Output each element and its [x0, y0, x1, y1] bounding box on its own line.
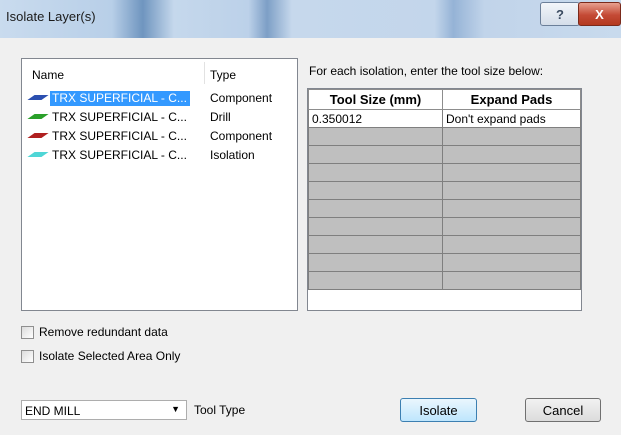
- grid-row: [308, 163, 581, 182]
- layer-row[interactable]: TRX SUPERFICIAL - C... Drill: [22, 108, 297, 127]
- tool-type-select[interactable]: END MILL ▼: [21, 400, 187, 420]
- window-title: Isolate Layer(s): [6, 9, 96, 24]
- layer-name: TRX SUPERFICIAL - C...: [50, 91, 190, 106]
- layer-type: Drill: [210, 110, 231, 124]
- tool-size-table: Tool Size (mm) Expand Pads 0.350012 Don't…: [308, 89, 581, 290]
- layer-name: TRX SUPERFICIAL - C...: [52, 129, 187, 143]
- layer-name: TRX SUPERFICIAL - C...: [52, 110, 187, 124]
- tool-size-cell[interactable]: 0.350012: [308, 109, 443, 128]
- expand-pads-cell[interactable]: [442, 163, 581, 182]
- grid-header-row: Tool Size (mm) Expand Pads: [308, 89, 581, 110]
- tool-size-cell[interactable]: [308, 163, 443, 182]
- title-bar[interactable]: Isolate Layer(s) ? X: [0, 0, 621, 38]
- remove-redundant-option[interactable]: Remove redundant data: [21, 325, 168, 339]
- layer-row[interactable]: TRX SUPERFICIAL - C... Component: [22, 127, 297, 146]
- expand-pads-cell[interactable]: [442, 253, 581, 272]
- grid-row: [308, 235, 581, 254]
- tool-size-grid[interactable]: Tool Size (mm) Expand Pads 0.350012 Don't…: [307, 88, 582, 311]
- close-button[interactable]: X: [578, 2, 621, 26]
- column-header-expand-pads: Expand Pads: [442, 89, 581, 110]
- layer-row[interactable]: TRX SUPERFICIAL - C... Isolation: [22, 146, 297, 165]
- isolate-button[interactable]: Isolate: [400, 398, 477, 422]
- tool-size-cell[interactable]: [308, 253, 443, 272]
- remove-redundant-checkbox[interactable]: [21, 325, 34, 339]
- help-button[interactable]: ?: [540, 2, 580, 26]
- cancel-button[interactable]: Cancel: [525, 398, 601, 422]
- tool-type-label: Tool Type: [194, 403, 246, 417]
- expand-pads-cell[interactable]: [442, 235, 581, 254]
- expand-pads-cell[interactable]: [442, 199, 581, 218]
- grid-row: [308, 253, 581, 272]
- selected-area-option[interactable]: Isolate Selected Area Only: [21, 349, 180, 363]
- layer-color-icon: [27, 114, 49, 119]
- selected-area-label: Isolate Selected Area Only: [39, 349, 181, 363]
- column-header-type[interactable]: Type: [210, 68, 236, 82]
- dropdown-arrow-icon[interactable]: ▼: [171, 404, 180, 414]
- isolation-instruction: For each isolation, enter the tool size …: [309, 64, 544, 78]
- isolate-layers-dialog: Isolate Layer(s) ? X Name Type TRX SUPER…: [0, 0, 621, 435]
- layer-color-icon: [27, 133, 49, 138]
- tool-type-value: END MILL: [25, 404, 81, 418]
- layer-list[interactable]: Name Type TRX SUPERFICIAL - C... Componen…: [21, 58, 298, 311]
- selected-area-checkbox[interactable]: [21, 349, 34, 363]
- tool-size-cell[interactable]: [308, 181, 443, 200]
- layer-type: Component: [210, 91, 273, 105]
- layer-row[interactable]: TRX SUPERFICIAL - C... Component: [22, 89, 297, 108]
- layer-list-header: Name Type: [22, 59, 297, 87]
- grid-row: [308, 217, 581, 236]
- expand-pads-cell[interactable]: [442, 217, 581, 236]
- expand-pads-cell[interactable]: Don't expand pads: [442, 109, 581, 128]
- layer-color-icon: [27, 152, 49, 157]
- expand-pads-cell[interactable]: [442, 127, 581, 146]
- help-icon: ?: [556, 6, 564, 22]
- expand-pads-cell[interactable]: [442, 145, 581, 164]
- tool-size-cell[interactable]: [308, 199, 443, 218]
- layer-color-icon: [27, 95, 49, 100]
- column-divider[interactable]: [204, 62, 205, 84]
- grid-row: [308, 127, 581, 146]
- tool-size-cell[interactable]: [308, 271, 443, 290]
- tool-size-cell[interactable]: [308, 127, 443, 146]
- grid-row: [308, 145, 581, 164]
- tool-size-cell[interactable]: [308, 145, 443, 164]
- layer-name: TRX SUPERFICIAL - C...: [52, 148, 187, 162]
- column-header-name[interactable]: Name: [32, 68, 64, 82]
- remove-redundant-label: Remove redundant data: [39, 325, 168, 339]
- close-icon: X: [595, 6, 604, 22]
- expand-pads-cell[interactable]: [442, 271, 581, 290]
- grid-row: 0.350012 Don't expand pads: [308, 109, 581, 128]
- grid-row: [308, 199, 581, 218]
- grid-row: [308, 271, 581, 290]
- layer-type: Isolation: [210, 148, 255, 162]
- tool-size-cell[interactable]: [308, 235, 443, 254]
- expand-pads-cell[interactable]: [442, 181, 581, 200]
- grid-row: [308, 181, 581, 200]
- column-header-tool-size: Tool Size (mm): [308, 89, 443, 110]
- tool-size-cell[interactable]: [308, 217, 443, 236]
- layer-type: Component: [210, 129, 273, 143]
